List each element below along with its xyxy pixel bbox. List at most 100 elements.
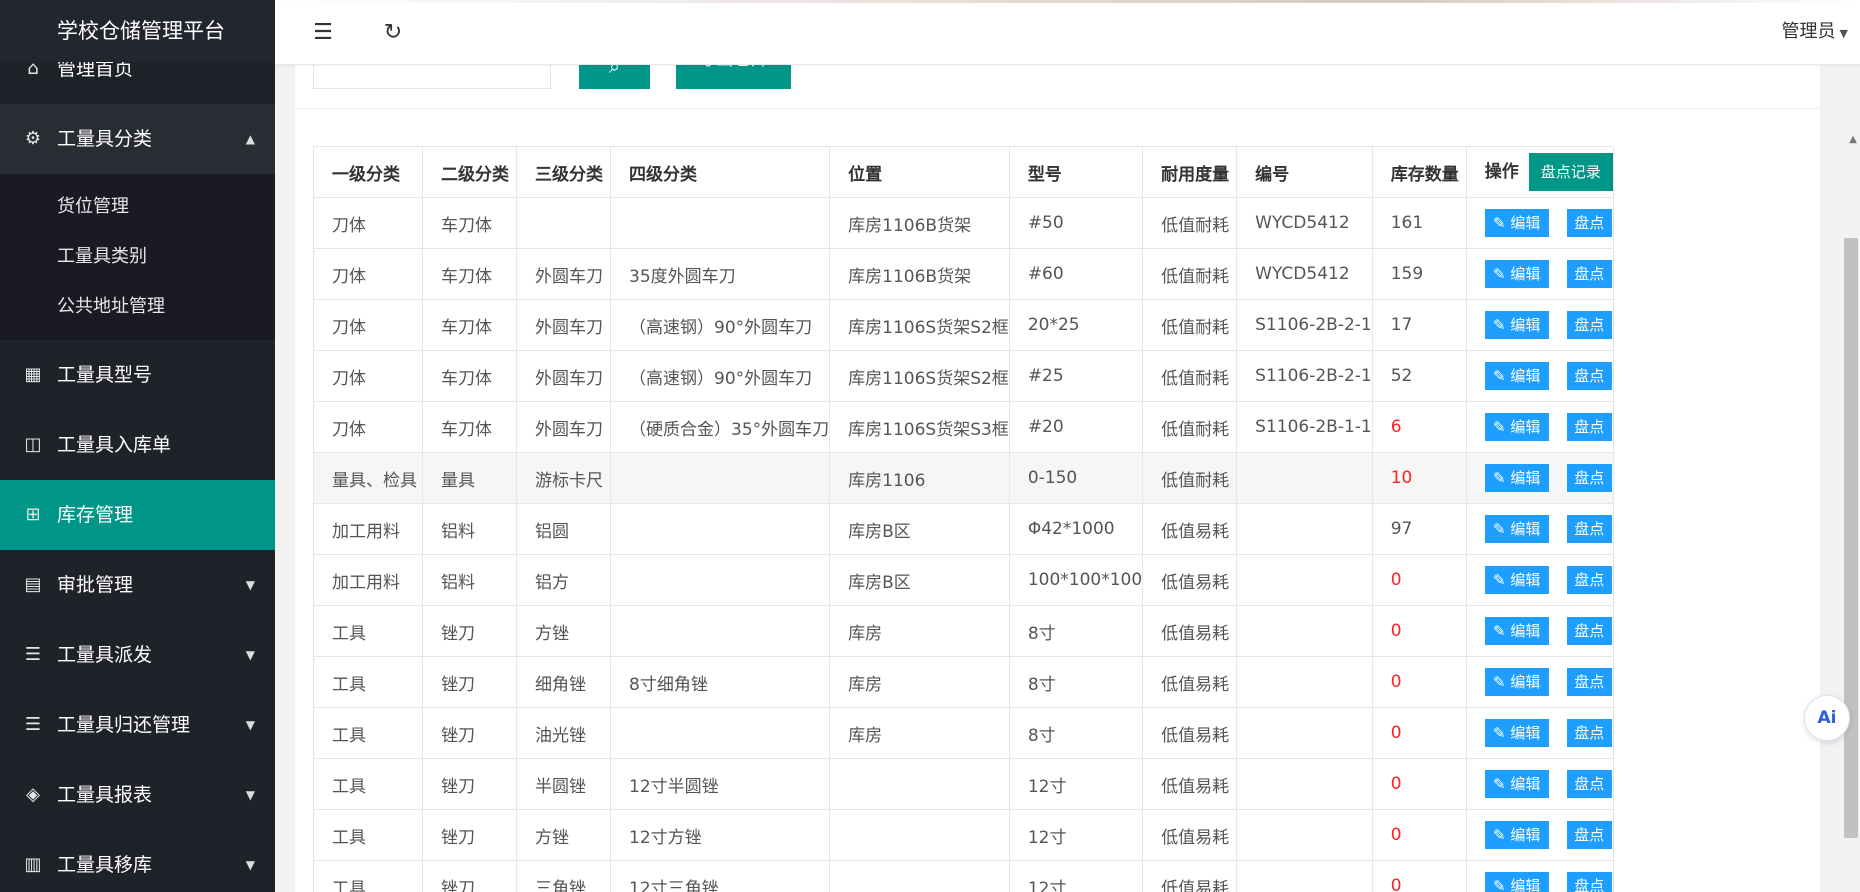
- column-header-actions: 操作 盘点记录: [1465, 146, 1614, 198]
- table-cell: 油光锉: [516, 707, 611, 759]
- sidebar-item-return[interactable]: ☰ 工量具归还管理 ▼: [0, 690, 275, 760]
- table-cell: 半圆锉: [516, 758, 611, 810]
- stocktake-button[interactable]: 盘点: [1566, 617, 1612, 645]
- table-cell: 铝方: [516, 554, 611, 606]
- stocktake-button[interactable]: 盘点: [1566, 872, 1612, 892]
- sidebar-item-approval[interactable]: ▤ 审批管理 ▼: [0, 550, 275, 620]
- table-cell: [1236, 707, 1373, 759]
- edit-button[interactable]: ✎ 编辑: [1484, 566, 1549, 594]
- sidebar-subitem-tool-type[interactable]: 工量具类别: [0, 232, 275, 282]
- user-menu[interactable]: 管理员 ▼: [1782, 0, 1848, 64]
- table-cell: S1106-2B-1-1: [1236, 401, 1373, 453]
- table-cell: （高速钢）90°外圆车刀: [609, 299, 831, 351]
- table-cell: #50: [1008, 197, 1144, 249]
- stocktake-button[interactable]: 盘点: [1566, 311, 1612, 339]
- sidebar-subitem-location[interactable]: 货位管理: [0, 182, 275, 232]
- stocktake-button[interactable]: 盘点: [1566, 821, 1612, 849]
- stocktake-button[interactable]: 盘点: [1566, 770, 1612, 798]
- table-cell: 161: [1371, 197, 1467, 249]
- approval-icon: ▤: [24, 574, 42, 595]
- edit-button[interactable]: ✎ 编辑: [1484, 362, 1549, 390]
- stocktake-button[interactable]: 盘点: [1566, 260, 1612, 288]
- table-cell: [1236, 860, 1373, 892]
- edit-button[interactable]: ✎ 编辑: [1484, 515, 1549, 543]
- sidebar-item-label: 工量具型号: [57, 364, 153, 386]
- column-header: 耐用度量: [1142, 146, 1238, 198]
- column-header: 一级分类: [313, 146, 423, 198]
- edit-button[interactable]: ✎ 编辑: [1484, 821, 1549, 849]
- sidebar-item-inventory[interactable]: ⊞ 库存管理: [0, 480, 275, 550]
- scrollbar-thumb[interactable]: [1844, 238, 1858, 838]
- scroll-up-arrow-icon[interactable]: ▲: [1849, 134, 1857, 145]
- table-cell: [829, 809, 1010, 861]
- stocktake-button[interactable]: 盘点: [1566, 413, 1612, 441]
- table-row: 加工用料 铝料 铝圆 库房B区 Φ42*1000 低值易耗 97 ✎ 编辑 盘点: [313, 503, 1614, 555]
- table-cell: WYCD5412: [1236, 197, 1373, 249]
- edit-button[interactable]: ✎ 编辑: [1484, 413, 1549, 441]
- edit-button[interactable]: ✎ 编辑: [1484, 872, 1549, 892]
- export-warehouse-button[interactable]: 导出仓库: [676, 64, 791, 89]
- table-cell: 12寸半圆锉: [609, 758, 831, 810]
- table-cell: 锉刀: [422, 707, 517, 759]
- table-cell: 工具: [313, 707, 423, 759]
- table-cell: 量具、检具: [313, 452, 423, 504]
- sidebar-item-report[interactable]: ◈ 工量具报表 ▼: [0, 760, 275, 830]
- ai-icon: Ai: [1817, 708, 1837, 728]
- table-cell: WYCD5412: [1236, 248, 1373, 300]
- table-row: 刀体 车刀体 库房1106B货架 #50 低值耐耗 WYCD5412 161 ✎ 编辑 盘点: [313, 197, 1614, 249]
- stocktake-button[interactable]: 盘点: [1566, 719, 1612, 747]
- stocktake-button[interactable]: 盘点: [1566, 209, 1612, 237]
- edit-button[interactable]: ✎ 编辑: [1484, 617, 1549, 645]
- chevron-down-icon: ▼: [245, 578, 255, 592]
- table-cell: 8寸细角锉: [609, 656, 831, 708]
- chevron-down-icon: ▼: [245, 718, 255, 732]
- inventory-record-button[interactable]: 盘点记录: [1528, 153, 1613, 191]
- table-cell: [1236, 605, 1373, 657]
- table-cell: 0: [1371, 605, 1467, 657]
- sidebar-item-stock-in[interactable]: ◫ 工量具入库单: [0, 410, 275, 480]
- ai-assistant-button[interactable]: Ai: [1804, 695, 1850, 741]
- table-cell: 100*100*100: [1008, 554, 1144, 606]
- table-cell: Φ42*1000: [1008, 503, 1144, 555]
- page-scrollbar[interactable]: ▲: [1842, 64, 1860, 892]
- table-actions-cell: ✎ 编辑 盘点: [1465, 656, 1614, 708]
- edit-button[interactable]: ✎ 编辑: [1484, 464, 1549, 492]
- table-cell: 库房B区: [829, 554, 1010, 606]
- table-cell: 8寸: [1008, 656, 1144, 708]
- search-button[interactable]: ⌕: [579, 64, 650, 89]
- pencil-icon: ✎: [1493, 775, 1506, 793]
- table-cell: [609, 707, 831, 759]
- table-cell: 低值耐耗: [1142, 452, 1238, 504]
- edit-button[interactable]: ✎ 编辑: [1484, 209, 1549, 237]
- sidebar-item-label: 工量具派发: [57, 644, 153, 666]
- stocktake-button[interactable]: 盘点: [1566, 668, 1612, 696]
- stocktake-button[interactable]: 盘点: [1566, 464, 1612, 492]
- sidebar-item-tool-model[interactable]: ▦ 工量具型号: [0, 340, 275, 410]
- edit-button[interactable]: ✎ 编辑: [1484, 770, 1549, 798]
- edit-button[interactable]: ✎ 编辑: [1484, 311, 1549, 339]
- column-header: 位置: [829, 146, 1010, 198]
- table-cell: 0: [1371, 809, 1467, 861]
- stocktake-button[interactable]: 盘点: [1566, 515, 1612, 543]
- stocktake-button[interactable]: 盘点: [1566, 566, 1612, 594]
- sidebar-subitem-public-address[interactable]: 公共地址管理: [0, 282, 275, 332]
- pencil-icon: ✎: [1493, 571, 1506, 589]
- main-content: ⌕ 导出仓库 一级分类 二级分类 三级分类 四级分类 位置 型号 耐用度量 编号: [275, 64, 1835, 892]
- sidebar-item-tool-category[interactable]: ⚙ 工量具分类 ▲: [0, 104, 275, 174]
- edit-button[interactable]: ✎ 编辑: [1484, 260, 1549, 288]
- edit-button[interactable]: ✎ 编辑: [1484, 668, 1549, 696]
- sidebar-item-label: 工量具移库: [57, 854, 153, 876]
- pencil-icon: ✎: [1493, 520, 1506, 538]
- sidebar-item-dispatch[interactable]: ☰ 工量具派发 ▼: [0, 620, 275, 690]
- collapse-menu-button[interactable]: ☰: [308, 18, 338, 48]
- refresh-button[interactable]: ↻: [378, 18, 408, 48]
- table-actions-cell: ✎ 编辑 盘点: [1465, 299, 1614, 351]
- sidebar-nav: ⌂ 管理首页 ⚙ 工量具分类 ▲ 货位管理 工量具类别 公共地址管理 ▦ 工量具…: [0, 34, 275, 892]
- inventory-table: 一级分类 二级分类 三级分类 四级分类 位置 型号 耐用度量 编号 库存数量 操…: [313, 146, 1614, 892]
- table-cell: 工具: [313, 758, 423, 810]
- edit-button[interactable]: ✎ 编辑: [1484, 719, 1549, 747]
- search-input[interactable]: [313, 64, 551, 89]
- sidebar-item-transfer[interactable]: ▥ 工量具移库 ▼: [0, 830, 275, 892]
- stocktake-button[interactable]: 盘点: [1566, 362, 1612, 390]
- table-cell: 10: [1371, 452, 1467, 504]
